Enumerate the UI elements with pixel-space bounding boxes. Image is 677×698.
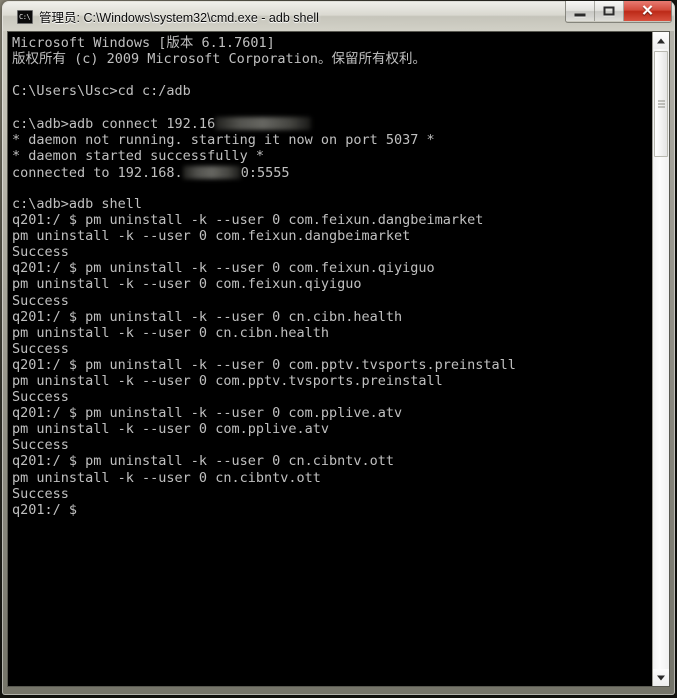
maximize-icon <box>603 6 615 16</box>
console-line-text: c:\adb>adb connect 192.16 <box>12 116 216 133</box>
console-line: q201:/ $ pm uninstall -k --user 0 com.fe… <box>12 260 435 277</box>
console-line: Microsoft Windows [版本 6.1.7601] <box>12 35 275 51</box>
console-line: connected to 192.168. 0:5555 <box>12 164 652 181</box>
close-button[interactable]: ✕ <box>624 1 671 21</box>
console-line: Success <box>12 437 69 454</box>
console-line: * daemon started successfully * <box>12 147 264 164</box>
console-line: Success <box>12 292 69 309</box>
console-line: Success <box>12 389 69 406</box>
console-line: q201:/ $ pm uninstall -k --user 0 com.fe… <box>12 212 484 229</box>
cmd-window: 管理员: C:\Windows\system32\cmd.exe - adb s… <box>0 0 677 698</box>
redacted-ip-block <box>215 117 312 131</box>
console-line: C:\Users\Usc>cd c:/adb <box>12 83 191 100</box>
console-line: pm uninstall -k --user 0 cn.cibn.health <box>12 324 329 341</box>
console-line-text: 0:5555 <box>240 164 290 181</box>
minimize-button[interactable] <box>566 1 595 21</box>
scroll-down-arrow-icon[interactable] <box>653 669 669 686</box>
scroll-up-arrow-icon[interactable] <box>653 32 669 49</box>
console-line: Success <box>12 485 69 502</box>
console-line: Success <box>12 340 69 357</box>
maximize-button[interactable] <box>595 1 624 21</box>
console-line: pm uninstall -k --user 0 com.pplive.atv <box>12 421 329 438</box>
console-scrollbar[interactable] <box>652 32 669 686</box>
console-line: q201:/ $ pm uninstall -k --user 0 cn.cib… <box>12 453 395 470</box>
console-line: pm uninstall -k --user 0 com.feixun.dang… <box>12 228 411 245</box>
console-line: pm uninstall -k --user 0 com.pptv.tvspor… <box>12 372 443 389</box>
minimize-icon <box>574 13 586 17</box>
cmd-icon <box>17 9 33 24</box>
console-line: * daemon not running. starting it now on… <box>12 131 435 148</box>
console-line: q201:/ $ <box>12 501 78 518</box>
window-caption-buttons: ✕ <box>565 1 672 23</box>
console-output[interactable]: Microsoft Windows [版本 6.1.7601] 版权所有 (c) … <box>8 32 652 686</box>
close-icon: ✕ <box>641 2 654 20</box>
scrollbar-thumb[interactable] <box>654 51 668 157</box>
console-line: c:\adb>adb connect 192.16 <box>12 115 652 133</box>
console-line: pm uninstall -k --user 0 cn.cibntv.ott <box>12 469 321 486</box>
console-line: Success <box>12 244 69 261</box>
console-line-text: connected to 192.168. <box>12 164 183 181</box>
console-line: q201:/ $ pm uninstall -k --user 0 com.pp… <box>12 405 403 422</box>
console-client-area[interactable]: Microsoft Windows [版本 6.1.7601] 版权所有 (c) … <box>7 31 670 687</box>
console-line: c:\adb>adb shell <box>12 195 143 212</box>
console-line: pm uninstall -k --user 0 com.feixun.qiyi… <box>12 276 362 293</box>
redacted-ip-block <box>182 165 241 179</box>
console-line: q201:/ $ pm uninstall -k --user 0 cn.cib… <box>12 308 403 325</box>
console-line: 版权所有 (c) 2009 Microsoft Corporation。保留所有… <box>12 51 426 68</box>
console-line: q201:/ $ pm uninstall -k --user 0 com.pp… <box>12 356 516 373</box>
